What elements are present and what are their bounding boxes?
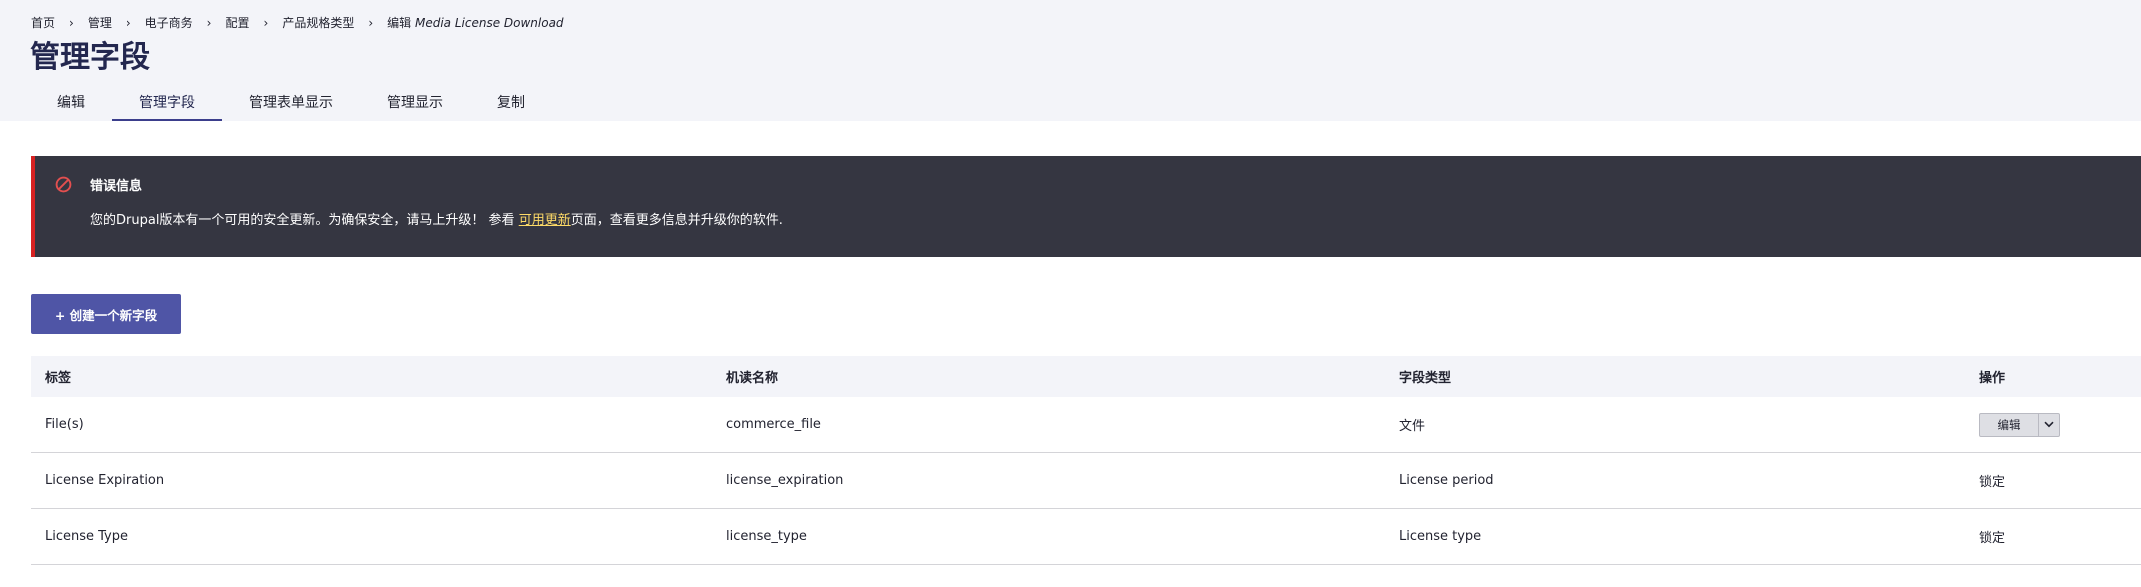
cell-field-type: 文件 <box>1385 397 1965 453</box>
dropbutton-toggle[interactable] <box>2038 413 2059 436</box>
breadcrumb: 首页 › 管理 › 电子商务 › 配置 › 产品规格类型 › 编辑 Media … <box>31 14 564 31</box>
cell-field-type: License type <box>1385 508 1965 565</box>
chevron-right-icon: › <box>368 15 374 30</box>
column-header-label: 标签 <box>31 356 712 397</box>
breadcrumb-home[interactable]: 首页 <box>31 14 55 31</box>
breadcrumb-current-name: Media License Download <box>414 16 564 30</box>
chevron-down-icon <box>2044 421 2054 428</box>
breadcrumb-config[interactable]: 配置 <box>225 14 249 31</box>
page-title: 管理字段 <box>30 40 150 75</box>
column-header-machine-name: 机读名称 <box>712 356 1385 397</box>
add-field-button[interactable]: + 创建一个新字段 <box>31 294 181 334</box>
tab-manage-fields[interactable]: 管理字段 <box>112 84 222 121</box>
cell-field-type: License period <box>1385 452 1965 509</box>
cell-operations: 编辑 <box>1965 397 2141 453</box>
message-text-before: 您的Drupal版本有一个可用的安全更新。为确保安全，请马上升级！ 参看 <box>90 213 519 228</box>
breadcrumb-commerce[interactable]: 电子商务 <box>145 14 193 31</box>
breadcrumb-product-variation-types[interactable]: 产品规格类型 <box>282 14 354 31</box>
message-title: 错误信息 <box>90 179 143 194</box>
column-header-field-type: 字段类型 <box>1385 356 1965 397</box>
tab-duplicate[interactable]: 复制 <box>470 84 552 121</box>
fields-table: 标签 机读名称 字段类型 操作 File(s) commerce_file 文件… <box>31 356 2141 565</box>
error-message: 错误信息 您的Drupal版本有一个可用的安全更新。为确保安全，请马上升级！ 参… <box>31 156 2141 257</box>
tab-manage-display[interactable]: 管理显示 <box>360 84 470 121</box>
tab-edit[interactable]: 编辑 <box>30 84 112 121</box>
column-header-operations: 操作 <box>1965 356 2141 397</box>
breadcrumb-admin[interactable]: 管理 <box>88 14 112 31</box>
operations-dropbutton: 编辑 <box>1979 412 2060 437</box>
table-row: File(s) commerce_file 文件 编辑 <box>31 397 2141 453</box>
edit-button[interactable]: 编辑 <box>1980 414 2038 436</box>
tab-manage-form-display[interactable]: 管理表单显示 <box>222 84 360 121</box>
chevron-right-icon: › <box>125 15 131 30</box>
page: 首页 › 管理 › 电子商务 › 配置 › 产品规格类型 › 编辑 Media … <box>0 0 2141 587</box>
cell-label: License Expiration <box>31 452 712 509</box>
message-body: 您的Drupal版本有一个可用的安全更新。为确保安全，请马上升级！ 参看 可用更… <box>90 209 783 228</box>
cell-machine-name: license_type <box>712 508 1385 565</box>
chevron-right-icon: › <box>206 15 212 30</box>
table-header-row: 标签 机读名称 字段类型 操作 <box>31 356 2141 397</box>
message-text-after: 页面，查看更多信息并升级你的软件. <box>570 213 783 228</box>
primary-tabs: 编辑 管理字段 管理表单显示 管理显示 复制 <box>30 84 552 121</box>
table-row: License Expiration license_expiration Li… <box>31 452 2141 509</box>
breadcrumb-current[interactable]: 编辑 Media License Download <box>387 14 563 31</box>
cell-operations-locked: 锁定 <box>1965 452 2141 509</box>
cell-machine-name: license_expiration <box>712 452 1385 509</box>
cell-label: License Type <box>31 508 712 565</box>
available-updates-link[interactable]: 可用更新 <box>519 213 571 228</box>
chevron-right-icon: › <box>263 15 269 30</box>
cell-machine-name: commerce_file <box>712 397 1385 453</box>
prohibited-icon <box>55 176 72 193</box>
table-row: License Type license_type License type 锁… <box>31 508 2141 565</box>
cell-operations-locked: 锁定 <box>1965 508 2141 565</box>
page-header: 首页 › 管理 › 电子商务 › 配置 › 产品规格类型 › 编辑 Media … <box>0 0 2141 121</box>
cell-label: File(s) <box>31 397 712 453</box>
chevron-right-icon: › <box>69 15 74 30</box>
breadcrumb-current-prefix: 编辑 <box>387 16 412 30</box>
